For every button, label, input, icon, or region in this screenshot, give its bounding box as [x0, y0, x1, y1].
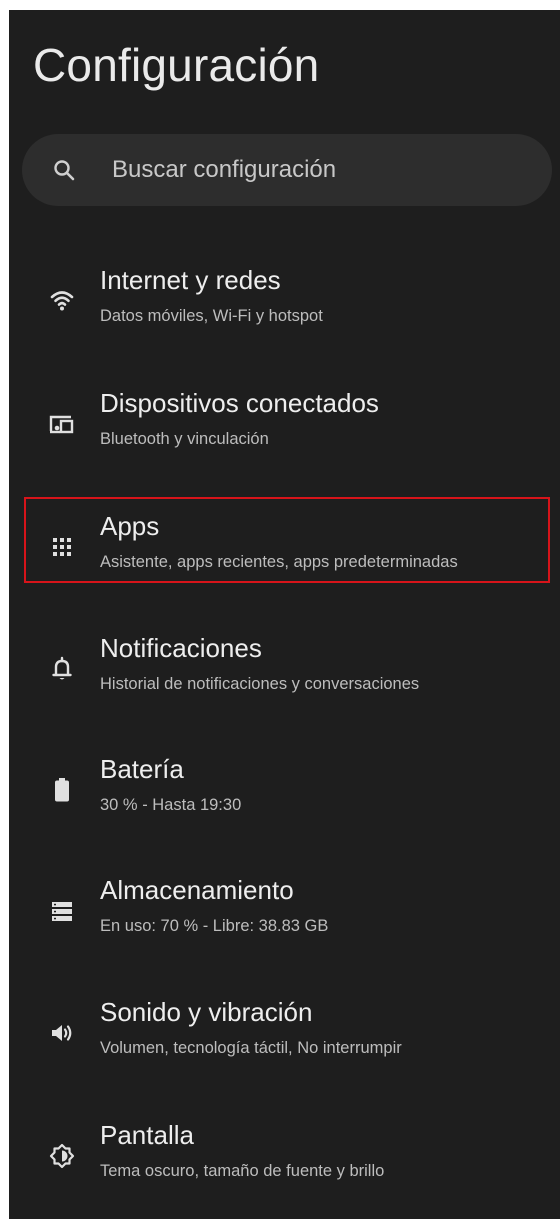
volume-icon: [49, 1020, 75, 1046]
setting-connected-devices[interactable]: Dispositivos conectados Bluetooth y vinc…: [9, 374, 560, 474]
search-placeholder: Buscar configuración: [112, 156, 337, 183]
setting-title: Batería: [100, 754, 184, 784]
search-bar[interactable]: Buscar configuración: [22, 134, 552, 206]
setting-apps[interactable]: Apps Asistente, apps recientes, apps pre…: [9, 497, 560, 597]
wifi-icon: [49, 288, 75, 314]
setting-title: Sonido y vibración: [100, 997, 313, 1027]
setting-sound[interactable]: Sonido y vibración Volumen, tecnología t…: [9, 983, 560, 1083]
setting-title: Internet y redes: [100, 265, 281, 295]
setting-subtitle: Historial de notificaciones y conversaci…: [100, 675, 420, 693]
setting-battery[interactable]: Batería 30 % - Hasta 19:30: [9, 740, 560, 840]
setting-internet[interactable]: Internet y redes Datos móviles, Wi-Fi y …: [9, 251, 560, 351]
setting-subtitle: Bluetooth y vinculación: [100, 430, 269, 448]
bell-icon: [49, 656, 75, 682]
setting-notifications[interactable]: Notificaciones Historial de notificacion…: [9, 619, 560, 719]
display-brightness-icon: [49, 1143, 75, 1169]
apps-grid-icon: [49, 534, 75, 560]
setting-storage[interactable]: Almacenamiento En uso: 70 % - Libre: 38.…: [9, 861, 560, 961]
storage-icon: [49, 898, 75, 924]
setting-subtitle: 30 % - Hasta 19:30: [100, 796, 242, 814]
battery-icon: [49, 777, 75, 803]
setting-title: Pantalla: [100, 1120, 194, 1150]
setting-subtitle: En uso: 70 % - Libre: 38.83 GB: [100, 917, 329, 935]
setting-subtitle: Tema oscuro, tamaño de fuente y brillo: [100, 1162, 385, 1180]
setting-title: Notificaciones: [100, 633, 262, 663]
page-title: Configuración: [33, 39, 320, 91]
setting-subtitle: Volumen, tecnología táctil, No interrump…: [100, 1039, 402, 1057]
setting-display[interactable]: Pantalla Tema oscuro, tamaño de fuente y…: [9, 1106, 560, 1206]
search-icon: [52, 158, 76, 182]
setting-title: Dispositivos conectados: [100, 388, 379, 418]
connected-devices-icon: [49, 411, 75, 437]
setting-title: Almacenamiento: [100, 875, 294, 905]
settings-screen: Configuración Buscar configuración Inter…: [9, 10, 560, 1219]
setting-title: Apps: [100, 511, 160, 541]
setting-subtitle: Datos móviles, Wi-Fi y hotspot: [100, 307, 323, 325]
setting-subtitle: Asistente, apps recientes, apps predeter…: [100, 553, 458, 571]
